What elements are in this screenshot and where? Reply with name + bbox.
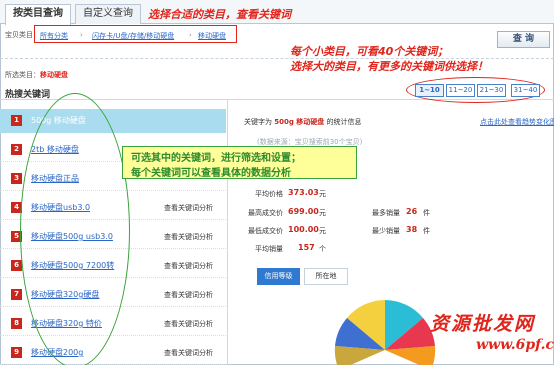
stat-value: 373.03 xyxy=(288,188,319,197)
analyze-link[interactable]: 查看关键词分析 xyxy=(164,232,213,242)
stat-unit: 件 xyxy=(423,227,430,235)
stat-label: 最高成交价 xyxy=(248,209,283,217)
stat-unit: 元 xyxy=(319,190,326,198)
stat-label: 最少销量 xyxy=(372,227,400,235)
stat-value: 699.00 xyxy=(288,207,319,216)
tab-custom-query[interactable]: 自定义查询 xyxy=(75,4,141,24)
stat-value: 26 xyxy=(406,207,418,216)
analyze-link[interactable]: 查看关键词分析 xyxy=(164,261,213,271)
tab-location[interactable]: 所在地 xyxy=(304,268,348,285)
annotation-middle-2: 每个关键词可以查看具体的数据分析 xyxy=(131,168,291,179)
keyword-row[interactable]: 1 500g 移动硬盘 xyxy=(0,109,226,133)
stats-keyword: 500g 移动硬盘 xyxy=(274,118,325,126)
breadcrumb-hard-drive[interactable]: 移动硬盘 xyxy=(198,31,226,41)
analyze-link[interactable]: 查看关键词分析 xyxy=(164,319,213,329)
stats-title-prefix: 关键字为 xyxy=(244,118,272,126)
breadcrumb-separator: › xyxy=(80,31,83,39)
divider xyxy=(227,100,228,365)
breadcrumb-separator: › xyxy=(189,31,192,39)
annotation-top: 选择合适的类目，查看关键词 xyxy=(148,8,291,21)
stat-label: 最低成交价 xyxy=(248,227,283,235)
stat-unit: 元 xyxy=(319,209,326,217)
selected-category: 所选类目：移动硬盘 xyxy=(5,70,68,80)
page-button-1-10[interactable]: 1~10 xyxy=(415,84,444,97)
stat-label: 最多销量 xyxy=(372,209,400,217)
tab-category-query[interactable]: 按类目查询 xyxy=(5,4,71,25)
page-button-21-30[interactable]: 21~30 xyxy=(477,84,506,97)
query-button[interactable]: 查 询 xyxy=(497,31,550,48)
analyze-link[interactable]: 查看关键词分析 xyxy=(164,348,213,358)
stat-unit: 个 xyxy=(319,245,326,253)
stat-value: 100.00 xyxy=(288,225,319,234)
watermark-logo: 资源批发网 xyxy=(430,313,536,335)
annotation-right-1: 每个小类目，可看40个关键词； xyxy=(290,45,449,58)
tab-credit-level[interactable]: 信用等级 xyxy=(257,268,300,285)
rank-badge: 7 xyxy=(11,289,22,300)
rank-badge: 1 xyxy=(11,115,22,126)
keyword-highlight-oval xyxy=(20,93,130,365)
pie-chart xyxy=(334,300,436,365)
stat-value: 38 xyxy=(406,225,418,234)
stat-label: 平均价格 xyxy=(255,190,283,198)
analyze-link[interactable]: 查看关键词分析 xyxy=(164,203,213,213)
stats-title: 关键字为 500g 移动硬盘 的统计信息 xyxy=(244,117,362,127)
stat-label: 平均销量 xyxy=(255,245,283,253)
selected-category-label: 所选类目： xyxy=(5,71,40,79)
rank-badge: 8 xyxy=(11,318,22,329)
page-button-31-40[interactable]: 31~40 xyxy=(511,84,540,97)
rank-badge: 3 xyxy=(11,173,22,184)
annotation-middle-1: 可选其中的关键词，进行筛选和设置； xyxy=(131,153,301,164)
selected-category-value: 移动硬盘 xyxy=(40,71,68,79)
stat-unit: 件 xyxy=(423,209,430,217)
divider xyxy=(0,58,554,59)
breadcrumb-storage[interactable]: 闪存卡/U盘/存储/移动硬盘 xyxy=(92,31,174,41)
rank-badge: 9 xyxy=(11,347,22,358)
annotation-right-2: 选择大的类目，有更多的关键词供选择！ xyxy=(290,60,488,73)
stat-unit: 元 xyxy=(319,227,326,235)
watermark-url: www.6pf.cn xyxy=(476,337,554,353)
keyword-row[interactable]: 9 移动硬盘200g 查看关键词分析 xyxy=(0,341,226,365)
stats-title-suffix: 的统计信息 xyxy=(326,118,362,126)
analyze-link[interactable]: 查看关键词分析 xyxy=(164,290,213,300)
page-button-11-20[interactable]: 11~20 xyxy=(446,84,475,97)
rank-badge: 6 xyxy=(11,260,22,271)
rank-badge: 2 xyxy=(11,144,22,155)
trend-chart-link[interactable]: 点击此处查看趋势变化图 xyxy=(480,117,554,127)
breadcrumb-all[interactable]: 所有分类 xyxy=(40,31,68,41)
stat-value: 157 xyxy=(298,243,315,252)
